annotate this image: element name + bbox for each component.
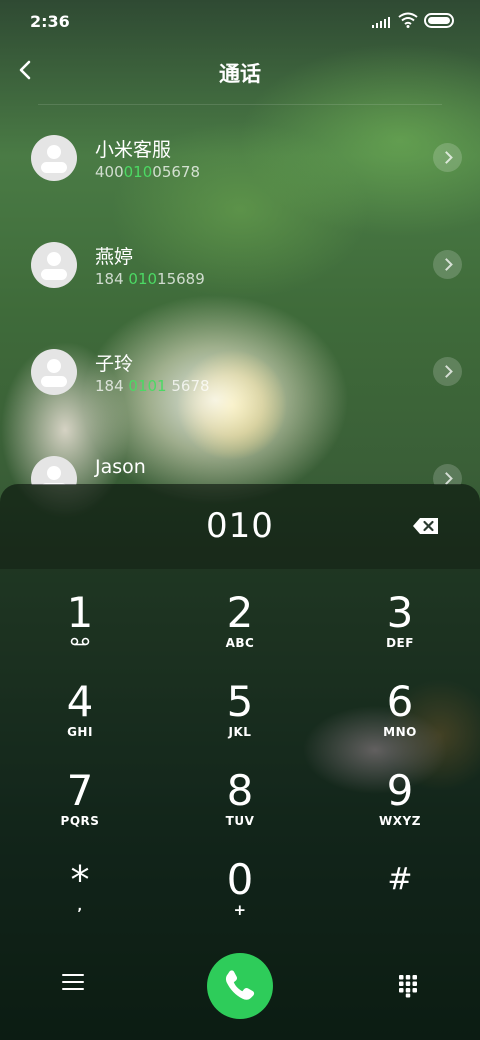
header: 通话 [0,42,480,104]
backspace-icon[interactable] [412,516,440,536]
key-2[interactable]: 2 ABC [180,590,300,670]
key-6[interactable]: 6 MNO [340,679,460,759]
details-chevron-icon[interactable] [433,357,462,386]
key-digit: 6 [386,677,414,726]
avatar [31,242,77,288]
key-digit: 9 [386,766,414,815]
key-letters: PQRS [60,814,100,828]
contact-name: Jason [95,456,146,478]
contact-name: 子玲 [95,353,134,375]
key-digit: # [387,862,413,897]
contact-item[interactable]: 燕婷 184 01015689 [0,212,480,319]
details-chevron-icon[interactable] [433,464,462,485]
key-letters: GHI [67,725,93,739]
key-letters: , [77,899,83,913]
status-time: 2:36 [30,12,70,31]
key-9[interactable]: 9 WXYZ [340,768,460,848]
key-digit: 4 [66,677,94,726]
key-4[interactable]: 4 GHI [20,679,140,759]
key-1[interactable]: 1 [20,590,140,670]
page-title: 通话 [219,62,261,86]
key-letters: WXYZ [379,814,421,828]
menu-icon[interactable] [62,974,84,992]
key-digit: 3 [386,588,414,637]
dialed-number: 010 [206,506,274,546]
contact-item[interactable]: 子玲 184 0101 5678 [0,319,480,426]
contact-name: 燕婷 [95,246,134,268]
key-letters: + [233,901,247,919]
key-letters: MNO [383,725,417,739]
contact-list: 小米客服 40001005678 燕婷 184 01015689 子玲 184 … [0,105,480,485]
contact-number: 40001005678 [95,163,200,181]
key-digit: 0 [226,855,254,904]
key-digit: 1 [66,588,94,637]
key-hash[interactable]: # [340,857,460,937]
signal-icon [372,14,392,28]
key-3[interactable]: 3 DEF [340,590,460,670]
key-letters: JKL [228,725,252,739]
key-digit: 7 [66,766,94,815]
key-letters: DEF [386,636,414,650]
avatar [31,135,77,181]
contact-number: 184 0101 5678 [95,377,210,395]
call-button[interactable] [207,953,273,1019]
key-star[interactable]: * , [20,857,140,937]
key-digit: 2 [226,588,254,637]
key-8[interactable]: 8 TUV [180,768,300,848]
avatar [31,349,77,395]
key-letters: TUV [225,814,255,828]
battery-icon [424,13,454,28]
key-0[interactable]: 0 + [180,857,300,937]
key-7[interactable]: 7 PQRS [20,768,140,848]
contact-number: 184 01015689 [95,270,205,288]
details-chevron-icon[interactable] [433,250,462,279]
details-chevron-icon[interactable] [433,143,462,172]
wifi-icon [398,12,418,28]
key-digit: 5 [226,677,254,726]
contact-name: 小米客服 [95,139,172,161]
avatar [31,456,77,485]
contact-item[interactable]: Jason [0,426,480,485]
contact-item[interactable]: 小米客服 40001005678 [0,105,480,212]
number-display: 010 [0,484,480,569]
voicemail-icon [70,637,90,646]
key-digit: * [70,858,90,902]
key-letters: ABC [225,636,255,650]
key-digit: 8 [226,766,254,815]
status-bar: 2:36 [0,0,480,42]
phone-icon [225,970,255,1000]
key-5[interactable]: 5 JKL [180,679,300,759]
keypad-icon[interactable] [398,974,418,998]
